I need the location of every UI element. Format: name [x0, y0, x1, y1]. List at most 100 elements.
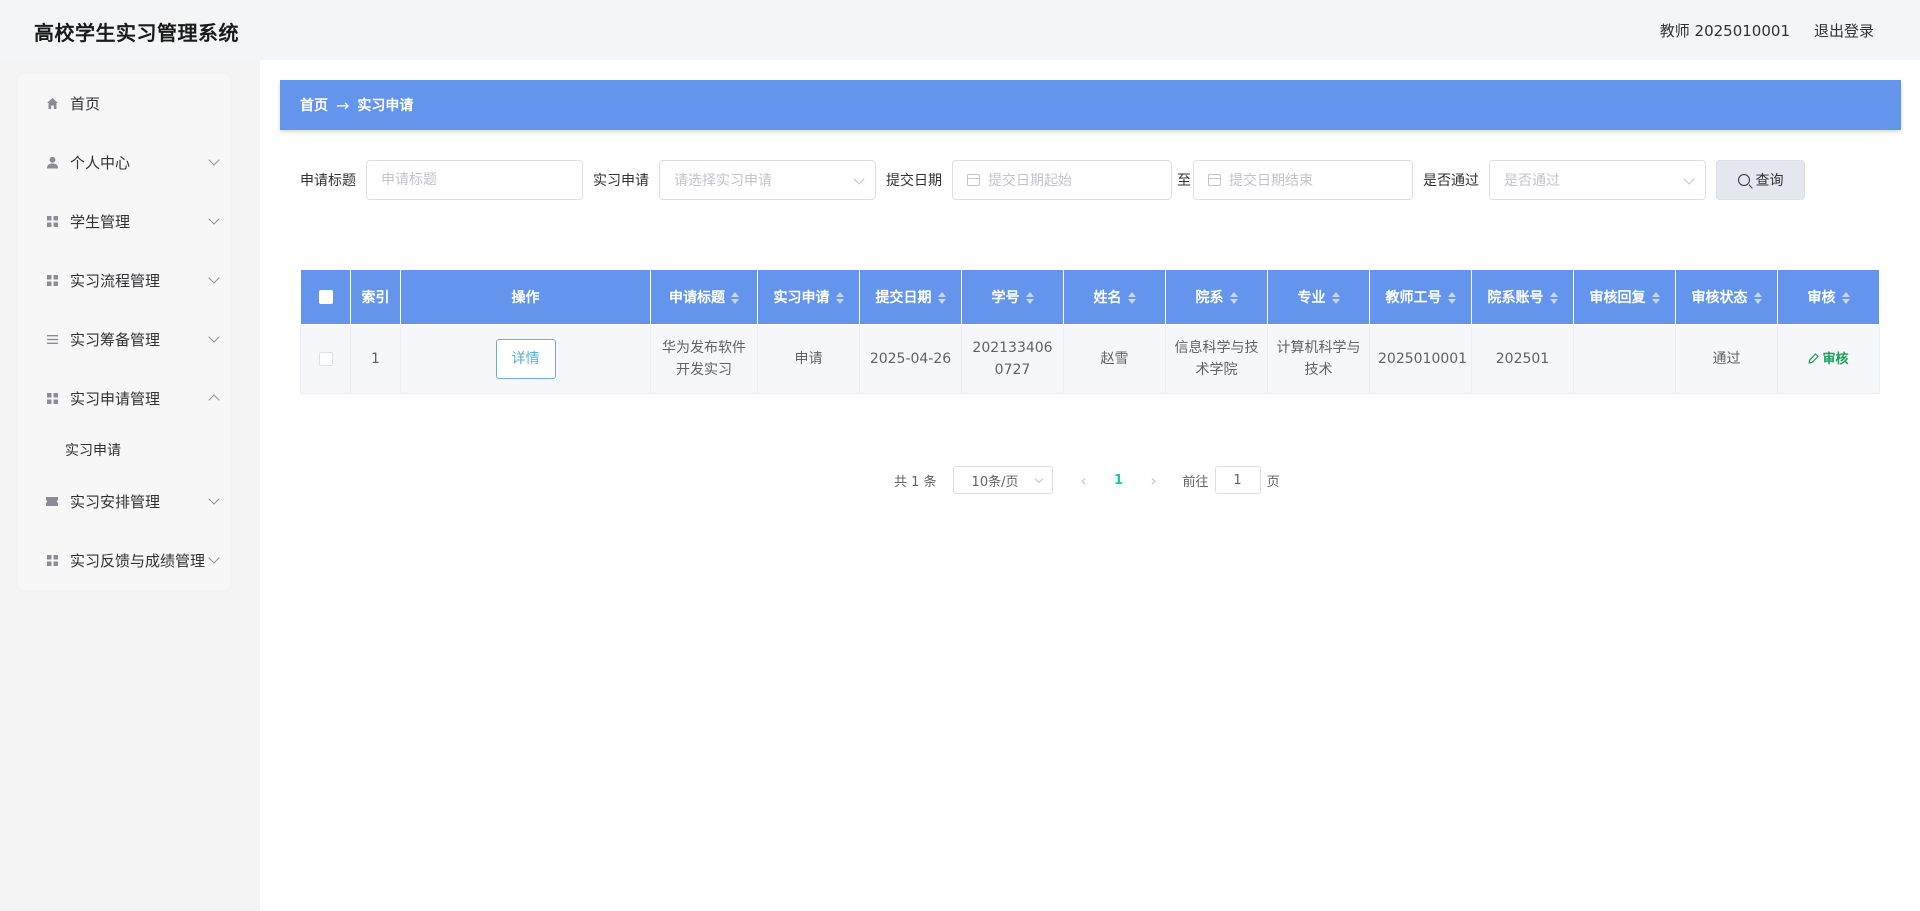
col-date[interactable]: 提交日期 [859, 269, 962, 325]
breadcrumb-home[interactable]: 首页 [300, 95, 328, 115]
breadcrumb: 首页 → 实习申请 [280, 80, 1901, 130]
sort-icon[interactable] [1447, 292, 1456, 304]
sort-icon[interactable] [1127, 292, 1136, 304]
cell-dept-account: 202501 [1471, 324, 1574, 394]
col-major-label: 专业 [1297, 290, 1326, 306]
search-button[interactable]: 查询 [1716, 160, 1805, 200]
date-start-input[interactable]: 提交日期起始 [952, 160, 1172, 200]
chevron-down-icon [208, 493, 220, 505]
title-label: 申请标题 [300, 173, 356, 189]
col-date-label: 提交日期 [875, 290, 932, 306]
audit-button-label: 审核 [1822, 351, 1849, 367]
sort-icon[interactable] [937, 292, 946, 304]
cell-department: 信息科学与技术学院 [1165, 324, 1268, 394]
col-student-id[interactable]: 学号 [961, 269, 1064, 325]
select-all-checkbox[interactable] [318, 290, 333, 304]
cell-name: 赵雪 [1063, 324, 1166, 394]
next-page-icon[interactable]: › [1139, 471, 1169, 490]
logout-link[interactable]: 退出登录 [1814, 20, 1874, 41]
sort-icon[interactable] [1549, 292, 1558, 304]
sidebar-item-application[interactable]: 实习申请管理 [18, 369, 230, 428]
col-student-id-label: 学号 [991, 290, 1020, 306]
pagination: 共 1 条 10条/页 ‹ 1 › 前往 页 [894, 466, 1280, 494]
date-end-input[interactable]: 提交日期结束 [1193, 160, 1413, 200]
select-all-cell [300, 269, 351, 325]
col-dept-account[interactable]: 院系账号 [1471, 269, 1574, 325]
cell-status: 通过 [1675, 324, 1778, 394]
sort-icon[interactable] [1025, 292, 1034, 304]
breadcrumb-arrow-icon: → [336, 95, 350, 115]
sort-icon[interactable] [1229, 292, 1238, 304]
table-header-row: 索引 操作 申请标题 实习申请 提交日期 学号 姓名 院系 专业 教师工号 院系… [300, 269, 1880, 325]
sidebar-menu: 首页 个人中心 学生管理 实习流程管理 实习筹备管理 实习申请管理 实习申请 实… [18, 74, 230, 590]
sort-icon[interactable] [1753, 292, 1762, 304]
ticket-icon [44, 494, 60, 510]
chevron-down-icon [1034, 474, 1043, 484]
current-user: 教师 2025010001 [1659, 22, 1790, 40]
col-reply-label: 审核回复 [1589, 290, 1646, 306]
detail-button[interactable]: 详情 [495, 339, 556, 379]
chevron-down-icon [853, 173, 865, 185]
page-number-current[interactable]: 1 [1099, 473, 1139, 488]
title-input[interactable] [366, 160, 583, 200]
col-audit[interactable]: 审核 [1777, 269, 1880, 325]
col-type[interactable]: 实习申请 [757, 269, 860, 325]
sidebar-item-label: 实习安排管理 [70, 493, 161, 511]
sort-icon[interactable] [731, 292, 739, 304]
col-title[interactable]: 申请标题 [650, 269, 758, 325]
sidebar-item-profile[interactable]: 个人中心 [18, 133, 230, 192]
goto-page: 前往 页 [1183, 466, 1280, 494]
cell-date: 2025-04-26 [859, 324, 962, 394]
sort-icon[interactable] [1651, 292, 1660, 304]
sidebar-item-preparation[interactable]: 实习筹备管理 [18, 310, 230, 369]
sidebar-item-label: 实习反馈与成绩管理 [70, 552, 206, 570]
col-name[interactable]: 姓名 [1063, 269, 1166, 325]
calendar-icon [967, 174, 980, 186]
cell-action: 详情 [400, 324, 651, 394]
prev-page-icon[interactable]: ‹ [1069, 471, 1099, 490]
calendar-icon [1208, 174, 1221, 186]
date-start-placeholder: 提交日期起始 [988, 173, 1072, 189]
col-department[interactable]: 院系 [1165, 269, 1268, 325]
goto-suffix: 页 [1266, 474, 1280, 490]
sidebar-item-label: 学生管理 [70, 213, 131, 231]
type-select[interactable]: 请选择实习申请 [659, 160, 876, 200]
col-teacher-id-label: 教师工号 [1385, 290, 1442, 306]
row-checkbox[interactable] [318, 352, 333, 366]
goto-page-input[interactable] [1214, 466, 1261, 494]
sort-icon[interactable] [1841, 292, 1850, 304]
page-size-value: 10条/页 [971, 474, 1019, 490]
sort-icon[interactable] [835, 292, 844, 304]
col-major[interactable]: 专业 [1267, 269, 1370, 325]
col-teacher-id[interactable]: 教师工号 [1369, 269, 1472, 325]
sidebar-item-home[interactable]: 首页 [18, 74, 230, 133]
list-icon [44, 332, 60, 348]
date-separator: 至 [1177, 173, 1191, 189]
col-department-label: 院系 [1195, 290, 1224, 306]
chevron-down-icon [208, 154, 220, 166]
cell-major: 计算机科学与技术 [1267, 324, 1370, 394]
grid-icon [44, 273, 60, 289]
audit-button[interactable]: 审核 [1808, 351, 1849, 367]
header-right: 教师 2025010001 退出登录 [1660, 20, 1874, 41]
sidebar-subitem-application[interactable]: 实习申请 [18, 428, 230, 472]
col-status-label: 审核状态 [1691, 290, 1748, 306]
col-name-label: 姓名 [1093, 290, 1122, 306]
sidebar-item-feedback[interactable]: 实习反馈与成绩管理 [18, 531, 230, 590]
sidebar-item-process[interactable]: 实习流程管理 [18, 251, 230, 310]
col-index: 索引 [350, 269, 401, 325]
cell-student-id: 2021334060727 [961, 324, 1064, 394]
sidebar-item-arrangement[interactable]: 实习安排管理 [18, 472, 230, 531]
sidebar-item-label: 首页 [70, 95, 101, 113]
sidebar-item-students[interactable]: 学生管理 [18, 192, 230, 251]
col-title-label: 申请标题 [669, 290, 725, 306]
col-reply[interactable]: 审核回复 [1573, 269, 1676, 325]
breadcrumb-current: 实习申请 [357, 98, 414, 114]
pass-select[interactable]: 是否通过 [1489, 160, 1706, 200]
row-select-cell [300, 324, 351, 394]
page-size-select[interactable]: 10条/页 [952, 466, 1053, 494]
chevron-down-icon [1683, 173, 1695, 185]
date-label: 提交日期 [886, 173, 942, 189]
col-status[interactable]: 审核状态 [1675, 269, 1778, 325]
sort-icon[interactable] [1331, 292, 1340, 304]
